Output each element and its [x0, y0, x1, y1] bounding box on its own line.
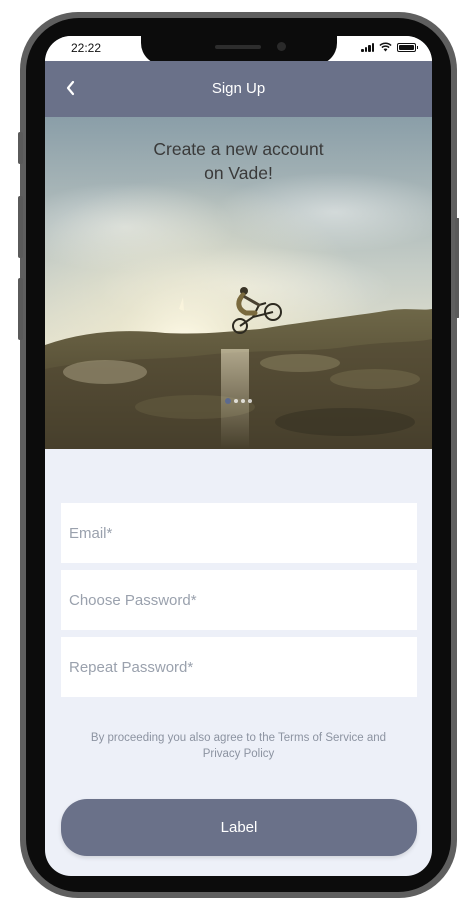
- status-time: 22:22: [71, 41, 102, 55]
- submit-button[interactable]: Label: [61, 799, 417, 856]
- page-title: Sign Up: [211, 80, 266, 97]
- signal-icon: [361, 42, 374, 52]
- app-header: Sign Up: [45, 61, 432, 117]
- repeat-password-field[interactable]: [61, 637, 417, 697]
- hero-title-line-2: on Vade!: [204, 163, 273, 183]
- carousel-dot[interactable]: [234, 399, 238, 403]
- mute-switch: [18, 132, 23, 164]
- carousel-indicator: [225, 398, 252, 404]
- hero-title-line-1: Create a new account: [153, 139, 324, 159]
- terms-notice: By proceeding you also agree to the Term…: [90, 732, 387, 760]
- carousel-dot[interactable]: [241, 399, 245, 403]
- app-screen: 22:22 Sign Up Create a new account on Va…: [45, 36, 432, 876]
- signup-form: [61, 503, 417, 704]
- front-camera: [277, 42, 286, 51]
- hero-banner: Create a new account on Vade!: [45, 117, 432, 449]
- wifi-icon: [379, 42, 392, 52]
- volume-up-button: [18, 196, 23, 258]
- carousel-dot[interactable]: [225, 398, 231, 404]
- password-field[interactable]: [61, 570, 417, 630]
- email-field[interactable]: [61, 503, 417, 563]
- power-button: [455, 218, 459, 318]
- speaker-grille: [215, 45, 261, 49]
- battery-icon: [397, 42, 418, 52]
- status-bar: 22:22: [45, 36, 432, 65]
- status-icons: [361, 42, 418, 52]
- volume-down-button: [18, 278, 23, 340]
- carousel-dot[interactable]: [248, 399, 252, 403]
- hero-title: Create a new account on Vade!: [105, 137, 372, 185]
